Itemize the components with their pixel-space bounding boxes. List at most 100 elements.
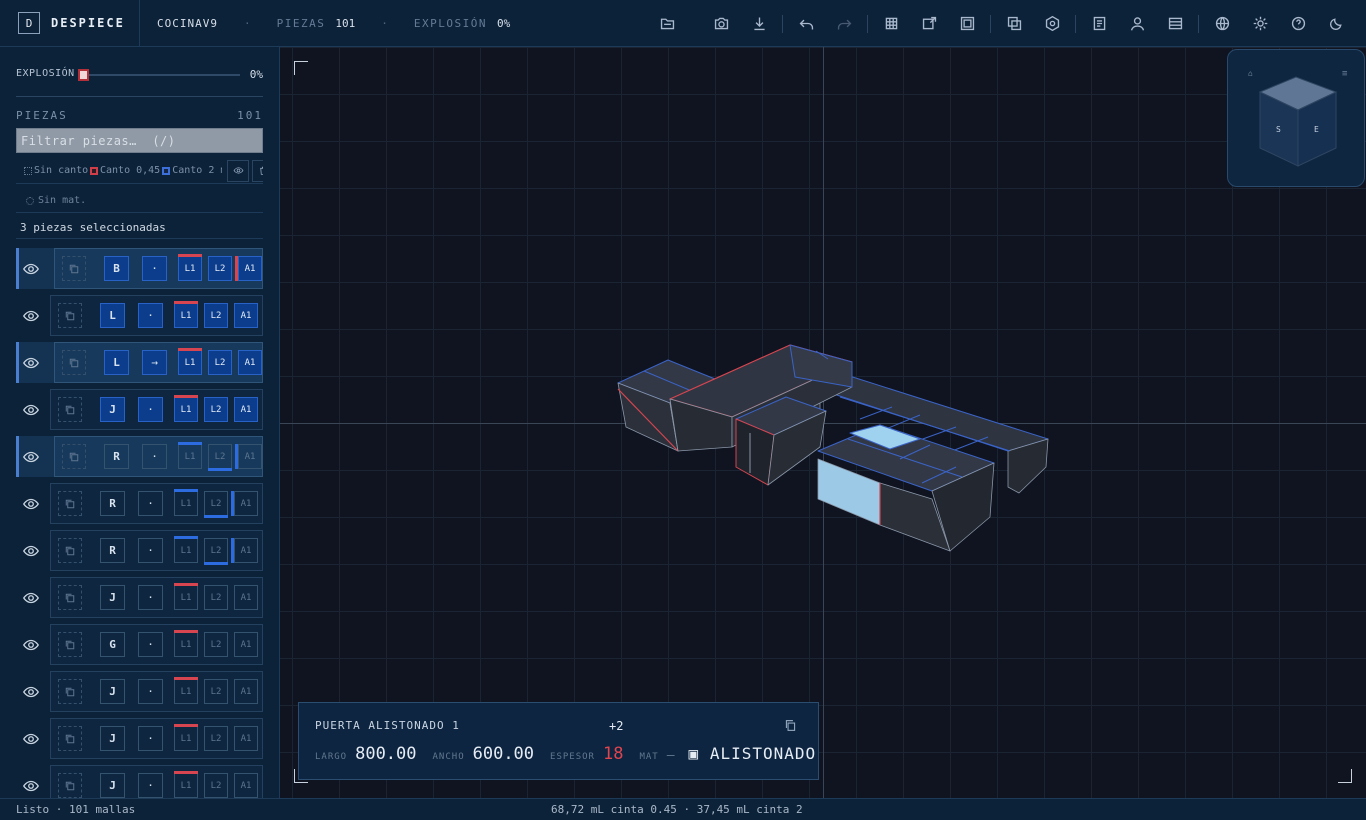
- theme-toggle-button[interactable]: [1317, 5, 1355, 43]
- legend-no-edge[interactable]: Sin canto: [16, 165, 88, 176]
- edge-a1-toggle[interactable]: A1: [238, 350, 262, 375]
- piece-type-badge[interactable]: L: [104, 350, 129, 375]
- project-name[interactable]: COCINAV9: [157, 17, 218, 30]
- edge-l1-toggle[interactable]: L1: [174, 583, 198, 610]
- toggle-visibility-button[interactable]: [227, 159, 250, 182]
- edge-l1-toggle[interactable]: L1: [174, 630, 198, 657]
- edge-l1-toggle[interactable]: L1: [174, 301, 198, 328]
- edge-l2-toggle[interactable]: L2: [204, 679, 228, 704]
- edge-l2-toggle[interactable]: L2: [204, 726, 228, 751]
- settings-button[interactable]: [1033, 5, 1071, 43]
- edge-l2-toggle[interactable]: L2: [204, 773, 228, 798]
- edge-a1-toggle[interactable]: A1: [234, 303, 258, 328]
- piece-type-badge[interactable]: R: [100, 538, 125, 563]
- export-sheet-button[interactable]: [910, 5, 948, 43]
- visibility-toggle[interactable]: [22, 542, 40, 560]
- piece-type-badge[interactable]: J: [100, 397, 125, 422]
- table-row[interactable]: J · L1 L2 A1: [16, 718, 263, 759]
- table-row[interactable]: J · L1 L2 A1: [16, 671, 263, 712]
- visibility-toggle[interactable]: [22, 401, 40, 419]
- edge-l2-toggle[interactable]: L2: [204, 585, 228, 610]
- edge-l1-toggle[interactable]: L1: [174, 395, 198, 422]
- table-row[interactable]: L · L1 L2 A1: [16, 295, 263, 336]
- duplicate-button[interactable]: [58, 397, 82, 422]
- frame-button[interactable]: [948, 5, 986, 43]
- piece-type-badge[interactable]: G: [100, 632, 125, 657]
- piece-type-badge[interactable]: J: [100, 679, 125, 704]
- language-button[interactable]: [1203, 5, 1241, 43]
- grain-direction-button[interactable]: ·: [142, 444, 167, 469]
- copy-button[interactable]: [784, 719, 798, 733]
- explosion-slider[interactable]: [82, 74, 240, 76]
- grain-direction-button[interactable]: →: [142, 350, 167, 375]
- legend-edge-045[interactable]: Canto 0,45: [90, 165, 160, 176]
- filter-input[interactable]: [16, 128, 263, 153]
- table-row[interactable]: R · L1 L2 A1: [16, 483, 263, 524]
- table-row[interactable]: R · L1 L2 A1: [16, 530, 263, 571]
- duplicate-button[interactable]: [58, 491, 82, 516]
- duplicate-button[interactable]: [58, 679, 82, 704]
- edge-l2-toggle[interactable]: L2: [204, 491, 228, 518]
- grain-direction-button[interactable]: ·: [138, 632, 163, 657]
- edge-l2-toggle[interactable]: L2: [204, 397, 228, 422]
- edge-l2-toggle[interactable]: L2: [208, 256, 232, 281]
- table-row[interactable]: J · L1 L2 A1: [16, 577, 263, 618]
- edge-a1-toggle[interactable]: A1: [234, 397, 258, 422]
- edge-a1-toggle[interactable]: A1: [234, 585, 258, 610]
- table-row[interactable]: B · L1 L2 A1: [16, 248, 263, 289]
- material-legend[interactable]: Sin mat.: [16, 189, 263, 213]
- visibility-toggle[interactable]: [22, 260, 40, 278]
- edge-l2-toggle[interactable]: L2: [208, 350, 232, 375]
- redo-button[interactable]: [825, 5, 863, 43]
- explosion-slider-handle[interactable]: [78, 69, 89, 81]
- grain-direction-button[interactable]: ·: [138, 538, 163, 563]
- visibility-toggle[interactable]: [22, 777, 40, 795]
- delete-button[interactable]: [252, 159, 263, 182]
- grain-direction-button[interactable]: ·: [138, 491, 163, 516]
- duplicate-button[interactable]: [58, 538, 82, 563]
- visibility-toggle[interactable]: [22, 448, 40, 466]
- piece-type-badge[interactable]: J: [100, 585, 125, 610]
- edge-l1-toggle[interactable]: L1: [174, 489, 198, 516]
- grain-direction-button[interactable]: ·: [138, 726, 163, 751]
- user-button[interactable]: [1118, 5, 1156, 43]
- piece-type-badge[interactable]: B: [104, 256, 129, 281]
- edge-l2-toggle[interactable]: L2: [204, 632, 228, 657]
- table-row[interactable]: L → L1 L2 A1: [16, 342, 263, 383]
- edge-l2-toggle[interactable]: L2: [204, 538, 228, 565]
- edge-a1-toggle[interactable]: A1: [235, 256, 262, 281]
- download-button[interactable]: [740, 5, 778, 43]
- edge-a1-toggle[interactable]: A1: [234, 632, 258, 657]
- edge-a1-toggle[interactable]: A1: [235, 444, 262, 469]
- material-value[interactable]: ▣ ALISTONADO: [689, 744, 817, 763]
- card-button[interactable]: [1156, 5, 1194, 43]
- screenshot-button[interactable]: [702, 5, 740, 43]
- piece-type-badge[interactable]: J: [100, 773, 125, 798]
- duplicate-button[interactable]: [58, 726, 82, 751]
- piece-type-badge[interactable]: R: [104, 444, 129, 469]
- table-row[interactable]: J · L1 L2 A1: [16, 389, 263, 430]
- edge-l1-toggle[interactable]: L1: [178, 254, 202, 281]
- grain-direction-button[interactable]: ·: [138, 585, 163, 610]
- visibility-toggle[interactable]: [22, 730, 40, 748]
- grain-direction-button[interactable]: ·: [138, 773, 163, 798]
- grain-direction-button[interactable]: ·: [138, 397, 163, 422]
- edge-a1-toggle[interactable]: A1: [234, 726, 258, 751]
- table-row[interactable]: G · L1 L2 A1: [16, 624, 263, 665]
- edge-l1-toggle[interactable]: L1: [174, 536, 198, 563]
- duplicate-button[interactable]: [58, 773, 82, 798]
- edge-l2-toggle[interactable]: L2: [204, 303, 228, 328]
- open-file-button[interactable]: [648, 5, 686, 43]
- visibility-toggle[interactable]: [22, 354, 40, 372]
- edge-a1-toggle[interactable]: A1: [234, 773, 258, 798]
- edge-a1-toggle[interactable]: A1: [231, 491, 258, 516]
- grid-toggle-button[interactable]: [872, 5, 910, 43]
- visibility-toggle[interactable]: [22, 636, 40, 654]
- edge-l2-toggle[interactable]: L2: [208, 444, 232, 471]
- edge-l1-toggle[interactable]: L1: [174, 724, 198, 751]
- edge-a1-toggle[interactable]: A1: [231, 538, 258, 563]
- duplicate-button[interactable]: [62, 256, 86, 281]
- piece-type-badge[interactable]: J: [100, 726, 125, 751]
- piece-type-badge[interactable]: R: [100, 491, 125, 516]
- duplicate-button[interactable]: [62, 350, 86, 375]
